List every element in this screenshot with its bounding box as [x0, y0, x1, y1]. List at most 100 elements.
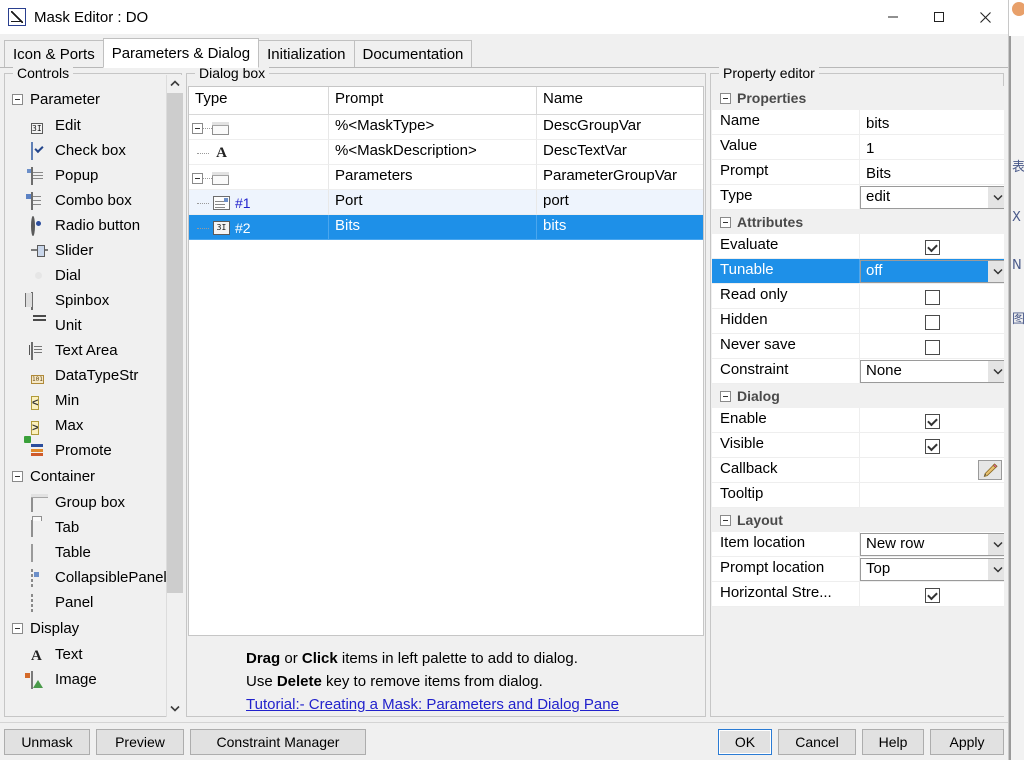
controls-list[interactable]: Parameter 3I Edit Check box Popup Combo box Ra…	[6, 86, 166, 716]
cell-name[interactable]: port	[537, 190, 703, 215]
control-item-popup[interactable]: Popup	[6, 163, 166, 188]
preview-button[interactable]: Preview	[96, 729, 184, 755]
apply-button[interactable]: Apply	[930, 729, 1004, 755]
property-section-properties[interactable]: Properties	[712, 86, 1004, 110]
ok-button[interactable]: OK	[718, 729, 772, 755]
control-item-collapsiblepanel[interactable]: CollapsiblePanel	[6, 565, 166, 590]
cell-prompt[interactable]: %<MaskDescription>	[329, 140, 537, 165]
collapse-icon[interactable]	[12, 94, 23, 105]
control-item-datatypestr[interactable]: 101 DataTypeStr	[6, 363, 166, 388]
collapse-icon[interactable]	[720, 390, 731, 402]
minimize-button[interactable]	[870, 0, 916, 34]
property-checkbox[interactable]	[924, 438, 940, 454]
controls-scrollbar[interactable]	[166, 75, 183, 717]
property-row[interactable]: Evaluate	[712, 234, 1004, 259]
collapse-icon[interactable]	[12, 471, 23, 482]
property-value-cell[interactable]	[860, 582, 1004, 606]
controls-section-display[interactable]: Display	[6, 615, 166, 642]
property-row[interactable]: Constraint None	[712, 359, 1004, 384]
property-checkbox[interactable]	[924, 289, 940, 305]
table-row[interactable]: 3I #2 Bits bits	[189, 215, 703, 240]
collapse-icon[interactable]	[12, 623, 23, 634]
table-row[interactable]: #1 Port port	[189, 190, 703, 215]
chevron-down-icon[interactable]	[988, 559, 1004, 580]
column-header-prompt[interactable]: Prompt	[329, 87, 537, 115]
property-value-cell[interactable]	[860, 334, 1004, 358]
control-item-group-box[interactable]: Group box	[6, 490, 166, 515]
control-item-min[interactable]: < Min	[6, 388, 166, 413]
property-value-cell[interactable]	[860, 483, 1004, 507]
property-row[interactable]: Enable	[712, 408, 1004, 433]
chevron-down-icon[interactable]	[988, 361, 1004, 382]
property-row[interactable]: Name bits	[712, 110, 1004, 135]
control-item-panel[interactable]: Panel	[6, 590, 166, 615]
property-value-cell[interactable]	[860, 234, 1004, 258]
unmask-button[interactable]: Unmask	[4, 729, 90, 755]
property-row[interactable]: Hidden	[712, 309, 1004, 334]
control-item-edit[interactable]: 3I Edit	[6, 113, 166, 138]
tutorial-link[interactable]: Tutorial:- Creating a Mask: Parameters a…	[246, 696, 619, 713]
property-value-cell[interactable]: bits	[860, 110, 1004, 134]
property-checkbox[interactable]	[924, 314, 940, 330]
control-item-check-box[interactable]: Check box	[6, 138, 166, 163]
property-row[interactable]: Prompt Bits	[712, 160, 1004, 185]
property-value-cell[interactable]: Bits	[860, 160, 1004, 184]
property-section-layout[interactable]: Layout	[712, 508, 1004, 532]
property-dropdown[interactable]: edit	[860, 186, 1004, 209]
property-text-value[interactable]: 1	[866, 140, 874, 157]
control-item-tab[interactable]: Tab	[6, 515, 166, 540]
property-editor-body[interactable]: Properties Name bits Value 1 Prompt Bits Type ed…	[712, 86, 1004, 716]
scroll-up-icon[interactable]	[167, 75, 183, 92]
row-collapse-icon[interactable]	[192, 172, 203, 184]
cell-prompt[interactable]: Parameters	[329, 165, 537, 190]
tab-initialization[interactable]: Initialization	[258, 40, 355, 68]
cell-prompt[interactable]: Bits	[329, 215, 537, 240]
chevron-down-icon[interactable]	[988, 261, 1004, 282]
property-checkbox[interactable]	[924, 413, 940, 429]
table-row[interactable]: Parameters ParameterGroupVar	[189, 165, 703, 190]
property-text-value[interactable]: bits	[866, 115, 889, 132]
control-item-text[interactable]: A Text	[6, 642, 166, 667]
control-item-radio-button[interactable]: Radio button	[6, 213, 166, 238]
property-value-cell[interactable]: 1	[860, 135, 1004, 159]
controls-scroll-thumb[interactable]	[167, 93, 183, 593]
control-item-table[interactable]: Table	[6, 540, 166, 565]
property-row[interactable]: Value 1	[712, 135, 1004, 160]
collapse-icon[interactable]	[720, 92, 731, 104]
tab-icon-ports[interactable]: Icon & Ports	[4, 40, 104, 68]
control-item-image[interactable]: Image	[6, 667, 166, 692]
table-row[interactable]: A %<MaskDescription> DescTextVar	[189, 140, 703, 165]
property-row[interactable]: Type edit	[712, 185, 1004, 210]
property-row[interactable]: Tunable off	[712, 259, 1004, 284]
help-button[interactable]: Help	[862, 729, 924, 755]
control-item-slider[interactable]: Slider	[6, 238, 166, 263]
column-header-name[interactable]: Name	[537, 87, 703, 115]
property-value-cell[interactable]: off	[860, 259, 1004, 283]
cell-prompt[interactable]: %<MaskType>	[329, 115, 537, 140]
close-button[interactable]	[962, 0, 1008, 34]
property-text-value[interactable]: Bits	[866, 165, 891, 182]
property-row[interactable]: Visible	[712, 433, 1004, 458]
control-item-unit[interactable]: Unit	[6, 313, 166, 338]
property-row[interactable]: Never save	[712, 334, 1004, 359]
control-item-dial[interactable]: Dial	[6, 263, 166, 288]
property-dropdown[interactable]: Top	[860, 558, 1004, 581]
cell-prompt[interactable]: Port	[329, 190, 537, 215]
property-row[interactable]: Prompt location Top	[712, 557, 1004, 582]
property-dropdown[interactable]: None	[860, 360, 1004, 383]
property-value-cell[interactable]: edit	[860, 185, 1004, 209]
control-item-spinbox[interactable]: Spinbox	[6, 288, 166, 313]
property-value-cell[interactable]: Top	[860, 557, 1004, 581]
chevron-down-icon[interactable]	[988, 187, 1004, 208]
tab-parameters-dialog[interactable]: Parameters & Dialog	[102, 38, 260, 68]
column-header-type[interactable]: Type	[189, 87, 329, 115]
property-section-dialog[interactable]: Dialog	[712, 384, 1004, 408]
control-item-combo-box[interactable]: Combo box	[6, 188, 166, 213]
property-value-cell[interactable]	[860, 458, 1004, 482]
control-item-promote[interactable]: Promote	[6, 438, 166, 463]
control-item-text-area[interactable]: Text Area	[6, 338, 166, 363]
property-checkbox[interactable]	[924, 587, 940, 603]
scroll-down-icon[interactable]	[167, 700, 183, 717]
property-row[interactable]: Callback	[712, 458, 1004, 483]
property-value-cell[interactable]	[860, 284, 1004, 308]
